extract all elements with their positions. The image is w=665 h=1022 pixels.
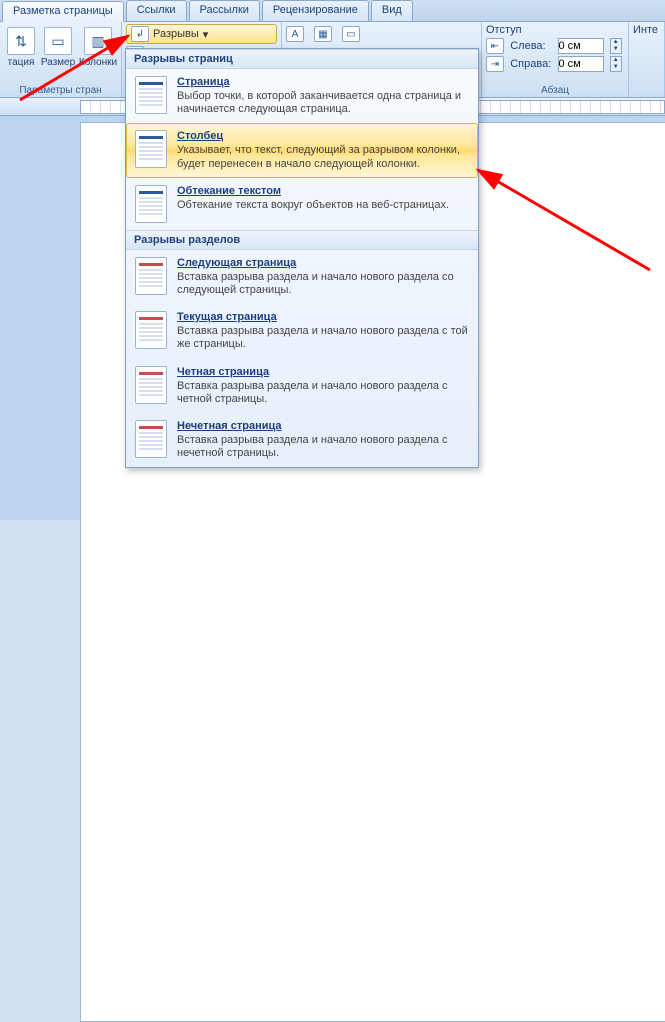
tab-view[interactable]: Вид [371, 0, 413, 21]
break-item-next-page[interactable]: Следующая страница Вставка разрыва разде… [126, 250, 478, 304]
break-item-desc: Выбор точки, в которой заканчивается одн… [177, 90, 469, 116]
columns-label: Колонки [79, 57, 117, 68]
break-item-desc: Вставка разрыва раздела и начало нового … [177, 434, 469, 460]
break-item-title: Следующая страница [177, 257, 469, 269]
indent-left-icon: ⇤ [486, 38, 504, 54]
breaks-icon: ↲ [131, 26, 149, 42]
columns-button[interactable]: ▥ Колонки [78, 24, 118, 71]
break-item-title: Страница [177, 76, 469, 88]
page-borders-icon[interactable]: ▭ [342, 26, 360, 42]
odd-page-break-icon [135, 420, 167, 458]
page-color-icon[interactable]: ▦ [314, 26, 332, 42]
break-item-desc: Указывает, что текст, следующий за разры… [177, 144, 469, 170]
orientation-button[interactable]: ⇅ тация [4, 24, 38, 71]
page-setup-group-label: Параметры стран [4, 84, 117, 97]
section-header-page-breaks: Разрывы страниц [126, 49, 478, 69]
break-item-desc: Обтекание текста вокруг объектов на веб-… [177, 199, 469, 212]
textwrap-break-icon [135, 185, 167, 223]
page-break-icon [135, 76, 167, 114]
column-break-icon [135, 130, 167, 168]
tab-page-layout[interactable]: Разметка страницы [2, 1, 124, 22]
breaks-label: Разрывы [153, 28, 199, 40]
break-item-even-page[interactable]: Четная страница Вставка разрыва раздела … [126, 359, 478, 413]
break-item-title: Нечетная страница [177, 420, 469, 432]
breaks-button[interactable]: ↲ Разрывы ▾ [126, 24, 277, 44]
tab-references[interactable]: Ссылки [126, 0, 187, 21]
break-item-page[interactable]: Страница Выбор точки, в которой заканчив… [126, 69, 478, 123]
tab-review[interactable]: Рецензирование [262, 0, 369, 21]
break-item-odd-page[interactable]: Нечетная страница Вставка разрыва раздел… [126, 413, 478, 467]
break-item-desc: Вставка разрыва раздела и начало нового … [177, 380, 469, 406]
break-item-column[interactable]: Столбец Указывает, что текст, следующий … [126, 123, 478, 177]
watermark-icon[interactable]: A [286, 26, 304, 42]
indent-right-label: Справа: [510, 58, 553, 70]
ribbon-tabs: Разметка страницы Ссылки Рассылки Реценз… [0, 0, 665, 22]
break-item-desc: Вставка разрыва раздела и начало нового … [177, 271, 469, 297]
break-item-title: Столбец [177, 130, 469, 142]
size-icon: ▭ [44, 27, 72, 55]
even-page-break-icon [135, 366, 167, 404]
section-header-section-breaks: Разрывы разделов [126, 230, 478, 250]
break-item-desc: Вставка разрыва раздела и начало нового … [177, 325, 469, 351]
orientation-label: тация [8, 57, 35, 68]
indent-right-input[interactable] [558, 56, 604, 72]
break-item-title: Четная страница [177, 366, 469, 378]
size-button[interactable]: ▭ Размер [38, 24, 78, 71]
tab-mailings[interactable]: Рассылки [189, 0, 260, 21]
indent-right-icon: ⇥ [486, 56, 504, 72]
break-item-continuous[interactable]: Текущая страница Вставка разрыва раздела… [126, 304, 478, 358]
indent-left-input[interactable] [558, 38, 604, 54]
break-item-title: Обтекание текстом [177, 185, 469, 197]
paragraph-group-label: Абзац [486, 84, 624, 97]
break-item-title: Текущая страница [177, 311, 469, 323]
indent-right-spinner[interactable]: ▲▼ [610, 56, 622, 72]
size-label: Размер [41, 57, 75, 68]
break-item-textwrap[interactable]: Обтекание текстом Обтекание текста вокру… [126, 178, 478, 230]
columns-icon: ▥ [84, 27, 112, 55]
spacing-header: Инте [633, 24, 660, 36]
breaks-dropdown: Разрывы страниц Страница Выбор точки, в … [125, 48, 479, 468]
indent-left-label: Слева: [510, 40, 553, 52]
indent-header: Отступ [486, 24, 624, 36]
chevron-down-icon: ▾ [203, 28, 209, 41]
next-page-break-icon [135, 257, 167, 295]
orientation-icon: ⇅ [7, 27, 35, 55]
continuous-break-icon [135, 311, 167, 349]
indent-left-spinner[interactable]: ▲▼ [610, 38, 622, 54]
